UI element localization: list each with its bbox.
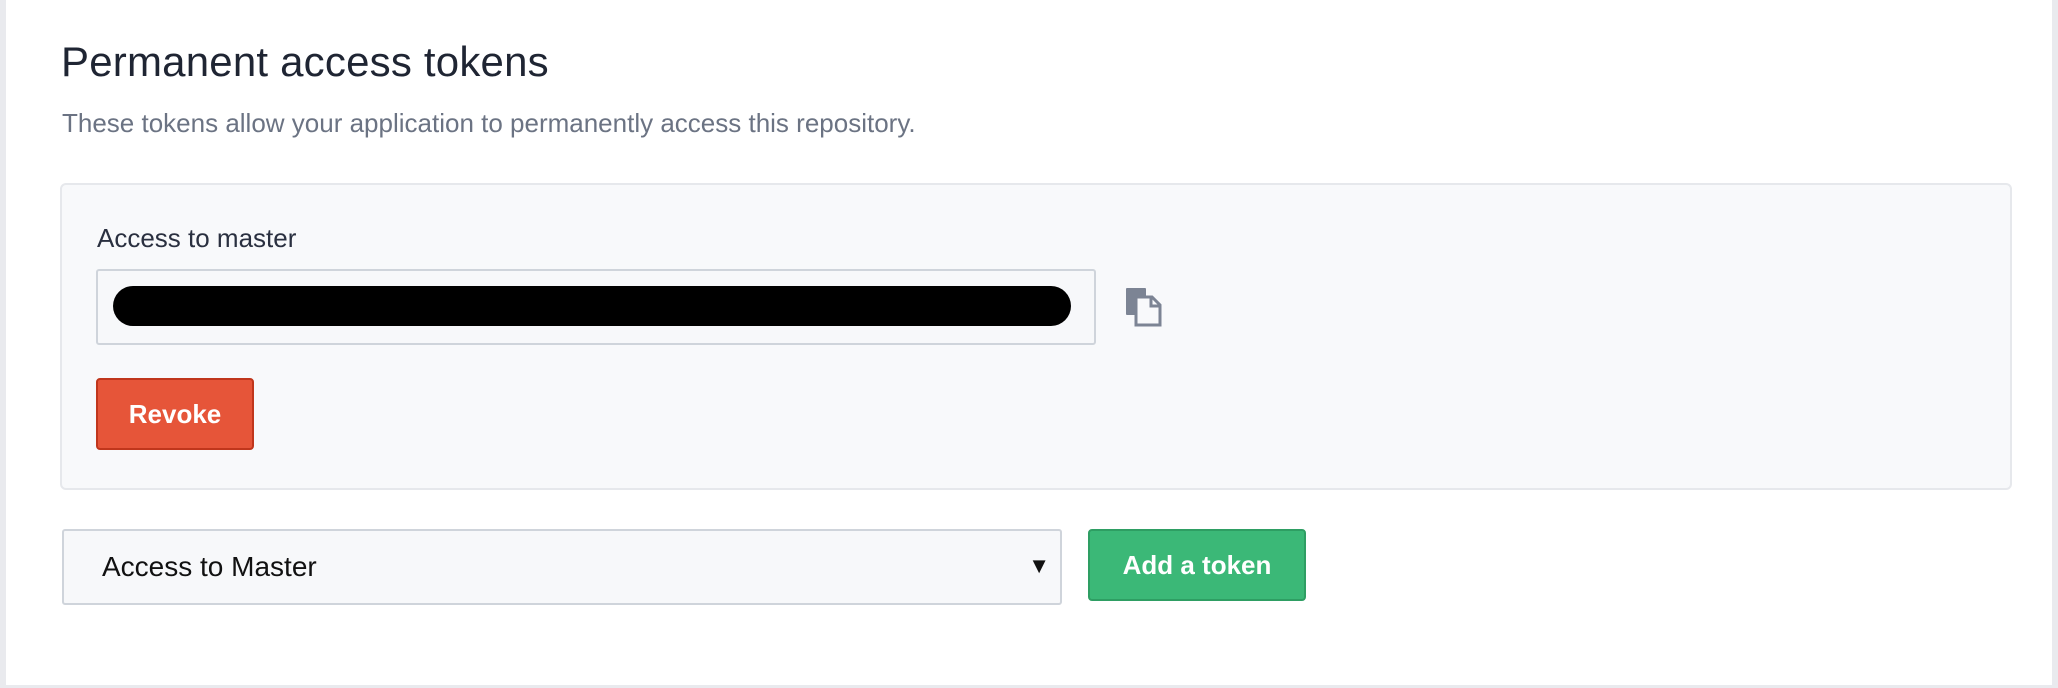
- page-subtitle: These tokens allow your application to p…: [62, 108, 916, 138]
- copy-icon-graphic: [1126, 288, 1162, 327]
- token-value-redacted: [113, 286, 1071, 326]
- access-level-selected: Access to Master: [102, 551, 317, 582]
- settings-panel: Permanent access tokens These tokens all…: [0, 0, 2058, 688]
- chevron-down-icon: ▼: [1028, 553, 1050, 578]
- page-title: Permanent access tokens: [61, 38, 549, 85]
- add-token-button[interactable]: Add a token: [1088, 529, 1306, 601]
- token-field[interactable]: [96, 269, 1096, 345]
- token-label: Access to master: [97, 223, 297, 253]
- access-level-select[interactable]: Access to Master ▼: [62, 529, 1062, 605]
- token-card: Access to master Revoke: [60, 183, 2012, 490]
- copy-icon[interactable]: [1122, 285, 1166, 329]
- revoke-button[interactable]: Revoke: [96, 378, 254, 450]
